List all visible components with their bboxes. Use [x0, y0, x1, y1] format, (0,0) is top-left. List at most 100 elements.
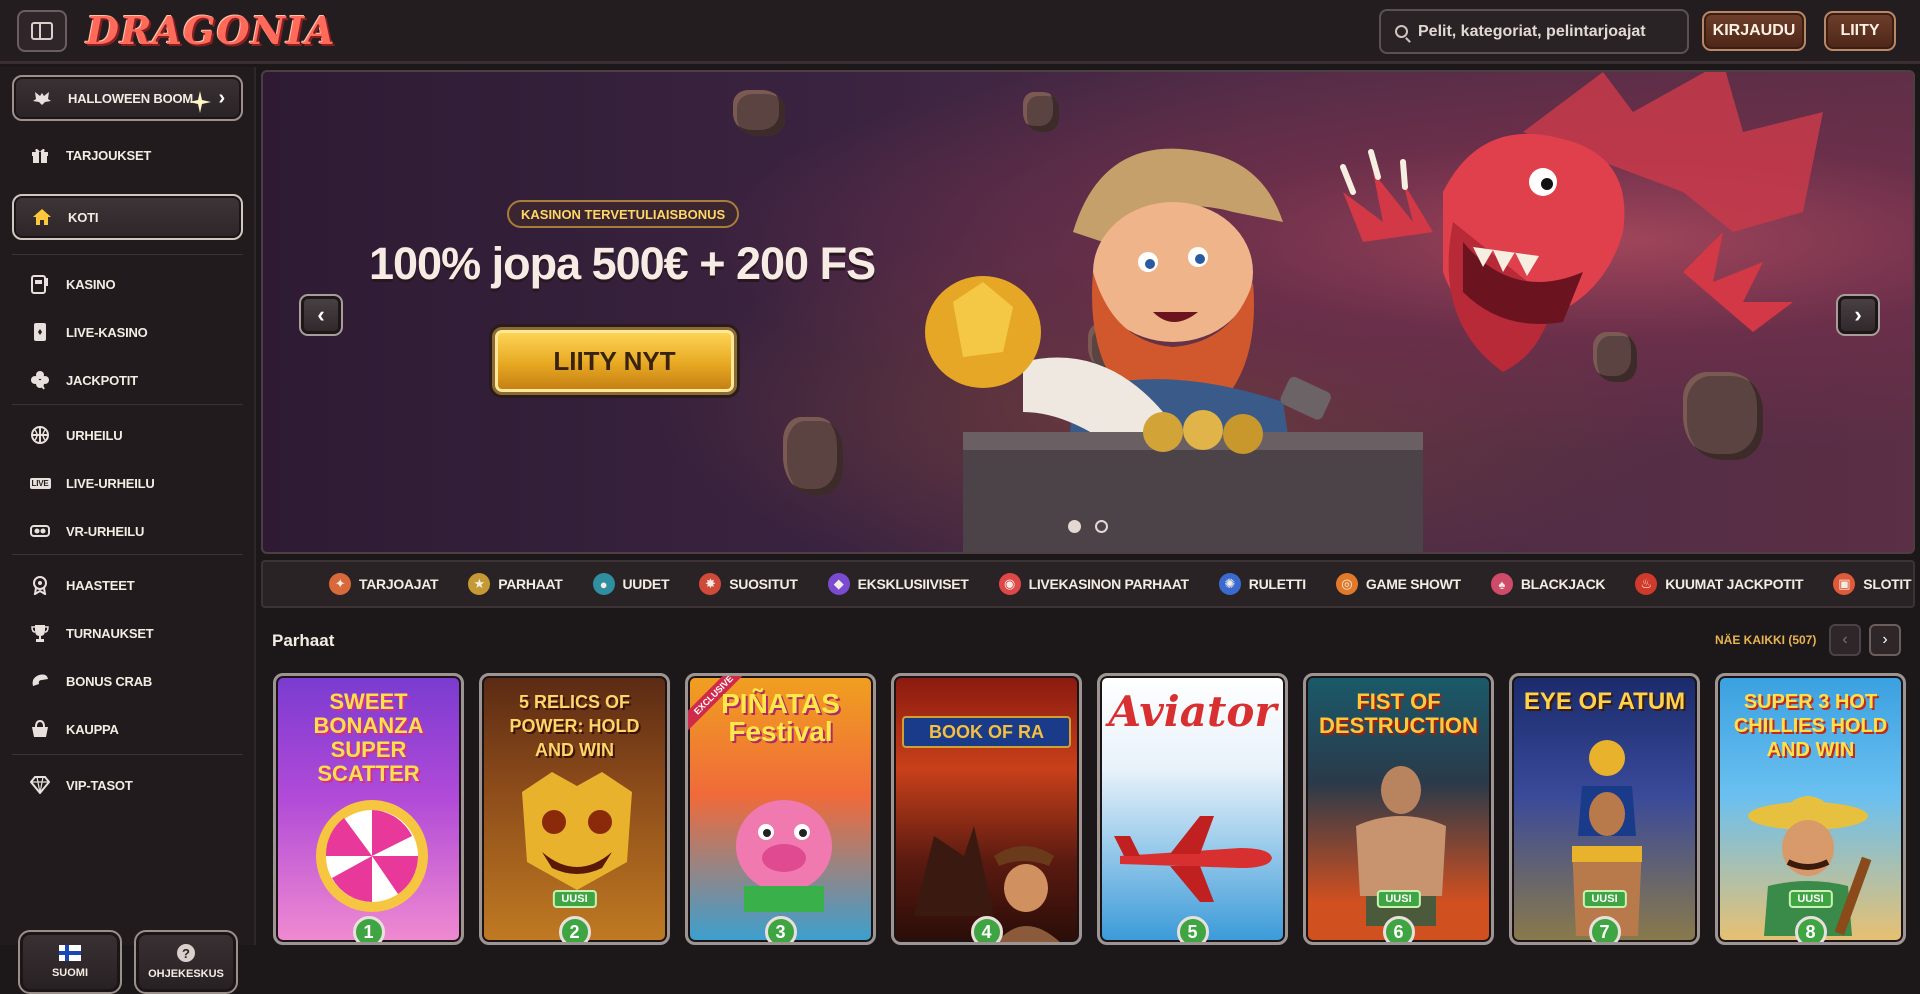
game-title: EYE OF ATUM	[1523, 688, 1686, 715]
category-tab[interactable]: ♠ BLACKJACK	[1490, 573, 1606, 595]
category-icon: ★	[468, 573, 491, 595]
sidebar-item-vip-levels[interactable]: VIP-TASOT	[12, 762, 243, 808]
game-tile[interactable]: SUPER 3 HOT CHILLIES HOLD AND WIN UUSI 8	[1715, 673, 1906, 945]
game-title: BOOK OF RA	[902, 716, 1071, 748]
category-tab[interactable]: ▣ SLOTIT	[1833, 573, 1912, 595]
category-icon: ♨	[1635, 573, 1658, 595]
sidebar-item-tournaments[interactable]: TURNAUKSET	[12, 610, 243, 656]
bat-icon	[32, 88, 52, 108]
category-icon: ✺	[1218, 573, 1241, 595]
category-tab[interactable]: ♨ KUUMAT JACKPOTIT	[1635, 573, 1804, 595]
crab-claw-icon	[30, 671, 50, 691]
basket-icon	[30, 719, 50, 739]
join-button[interactable]: LIITY	[1824, 11, 1896, 51]
category-tab[interactable]: ✸ SUOSITUT	[699, 573, 798, 595]
pinata-pig-icon	[736, 800, 832, 912]
sidebar-divider	[12, 754, 243, 755]
search-icon	[1395, 25, 1408, 38]
sidebar-item-vr-sports[interactable]: VR-URHEILU	[12, 508, 243, 554]
sidebar-item-casino[interactable]: KASINO	[12, 261, 243, 307]
sidebar-item-shop[interactable]: KAUPPA	[12, 706, 243, 752]
sidebar-divider	[12, 254, 243, 255]
new-badge: UUSI	[1788, 890, 1833, 908]
join-now-button[interactable]: LIITY NYT	[492, 327, 737, 395]
help-center-button[interactable]: ? OHJEKESKUS	[134, 930, 238, 994]
sidebar-item-home[interactable]: KOTI	[12, 194, 243, 240]
sidebar-item-label: LIVE-KASINO	[66, 324, 148, 340]
sidebar-toggle-icon[interactable]	[17, 10, 67, 52]
sidebar-item-label: TURNAUKSET	[66, 625, 154, 641]
sidebar-item-label: LIVE-URHEILU	[66, 475, 155, 491]
mariachi-icon	[1748, 796, 1872, 936]
slider-dot[interactable]	[1095, 520, 1108, 533]
rock-decoration	[733, 90, 785, 136]
game-tile[interactable]: Aviator 5	[1097, 673, 1288, 945]
category-tab[interactable]: ◆ EKSKLUSIIVISET	[827, 573, 969, 595]
login-button[interactable]: KIRJAUDU	[1702, 11, 1806, 51]
section-next-arrow-icon[interactable]: ›	[1869, 624, 1901, 656]
category-tab[interactable]: ✦ TARJOAJAT	[329, 573, 439, 595]
game-tile[interactable]: 5 RELICS OF POWER: HOLD AND WIN UUSI 2	[479, 673, 670, 945]
game-tile[interactable]: FIST OF DESTRUCTION UUSI 6	[1303, 673, 1494, 945]
language-button[interactable]: SUOMI	[18, 930, 122, 994]
see-all-link[interactable]: NÄE KAIKKI (507)	[1715, 633, 1816, 647]
search-input[interactable]	[1418, 22, 1668, 41]
rank-badge: 2	[558, 916, 591, 942]
category-label: KUUMAT JACKPOTIT	[1665, 576, 1804, 592]
slider-dot-active[interactable]	[1068, 520, 1081, 533]
sidebar-item-label: HALLOWEEN BOOM	[68, 90, 194, 106]
game-tile[interactable]: SWEET BONANZA SUPER SCATTER 1	[273, 673, 464, 945]
sparkle-icon	[189, 91, 211, 113]
rank-badge: 8	[1794, 916, 1827, 942]
category-label: UUDET	[622, 576, 670, 592]
sidebar-divider	[12, 404, 243, 405]
sidebar-item-halloween-boom[interactable]: HALLOWEEN BOOM ›	[12, 75, 243, 121]
category-tab[interactable]: ● UUDET	[592, 573, 670, 595]
section-prev-arrow-icon[interactable]: ‹	[1829, 624, 1861, 656]
sidebar-item-label: VR-URHEILU	[66, 523, 145, 539]
game-title: SUPER 3 HOT CHILLIES HOLD AND WIN	[1733, 691, 1888, 761]
slot-machine-icon	[30, 274, 50, 294]
basketball-icon	[30, 425, 50, 445]
finland-flag-icon	[59, 945, 81, 961]
hero-next-arrow-icon[interactable]: ›	[1836, 294, 1880, 336]
sidebar-item-live-sports[interactable]: LIVE LIVE-URHEILU	[12, 460, 243, 506]
sidebar-item-live-casino[interactable]: LIVE-KASINO	[12, 309, 243, 355]
rank-badge: 3	[764, 916, 797, 942]
hero-prev-arrow-icon[interactable]: ‹	[299, 294, 343, 336]
hero-banner[interactable]: KASINON TERVETULIAISBONUS 100% jopa 500€…	[261, 70, 1915, 554]
live-tag: LIVE	[29, 477, 51, 489]
category-tab[interactable]: ◎ GAME SHOWT	[1335, 573, 1461, 595]
game-tile[interactable]: BOOK OF RA 4	[891, 673, 1082, 945]
sidebar-item-jackpots[interactable]: JACKPOTIT	[12, 357, 243, 403]
category-label: BLACKJACK	[1520, 576, 1606, 592]
category-tab[interactable]: ✺ RULETTI	[1218, 573, 1306, 595]
sidebar-item-challenges[interactable]: HAASTEET	[12, 562, 243, 608]
top-bar: DRAGONIA KIRJAUDU LIITY	[0, 0, 1920, 64]
search-box[interactable]	[1379, 9, 1689, 54]
sidebar-item-offers[interactable]: TARJOUKSET	[12, 132, 243, 178]
game-tile[interactable]: EYE OF ATUM UUSI 7	[1509, 673, 1700, 945]
category-tab[interactable]: ◉ LIVEKASINON PARHAAT	[998, 573, 1189, 595]
category-label: GAME SHOWT	[1365, 576, 1461, 592]
site-logo[interactable]: DRAGONIA	[86, 8, 336, 53]
sidebar: HALLOWEEN BOOM › TARJOUKSET KOTI KASINO …	[0, 67, 256, 994]
sidebar-item-label: KAUPPA	[66, 721, 119, 737]
trophy-icon	[30, 623, 50, 643]
category-label: RULETTI	[1248, 576, 1306, 592]
sidebar-item-label: VIP-TASOT	[66, 777, 133, 793]
sidebar-item-label: BONUS CRAB	[66, 673, 153, 689]
airplane-icon	[1114, 816, 1272, 902]
category-icon: ◆	[827, 573, 850, 595]
sidebar-item-label: URHEILU	[66, 427, 123, 443]
category-label: PARHAAT	[498, 576, 563, 592]
game-tile[interactable]: EXCLUSIVE PIÑATAS Festival 3	[685, 673, 876, 945]
rank-badge: 1	[352, 916, 385, 942]
sidebar-divider	[12, 554, 243, 555]
gift-icon	[30, 145, 50, 165]
game-title: FIST OF DESTRUCTION	[1319, 689, 1478, 738]
rank-badge: 5	[1176, 916, 1209, 942]
category-tab[interactable]: ★ PARHAAT	[468, 573, 563, 595]
sidebar-item-sports[interactable]: URHEILU	[12, 412, 243, 458]
sidebar-item-bonus-crab[interactable]: BONUS CRAB	[12, 658, 243, 704]
